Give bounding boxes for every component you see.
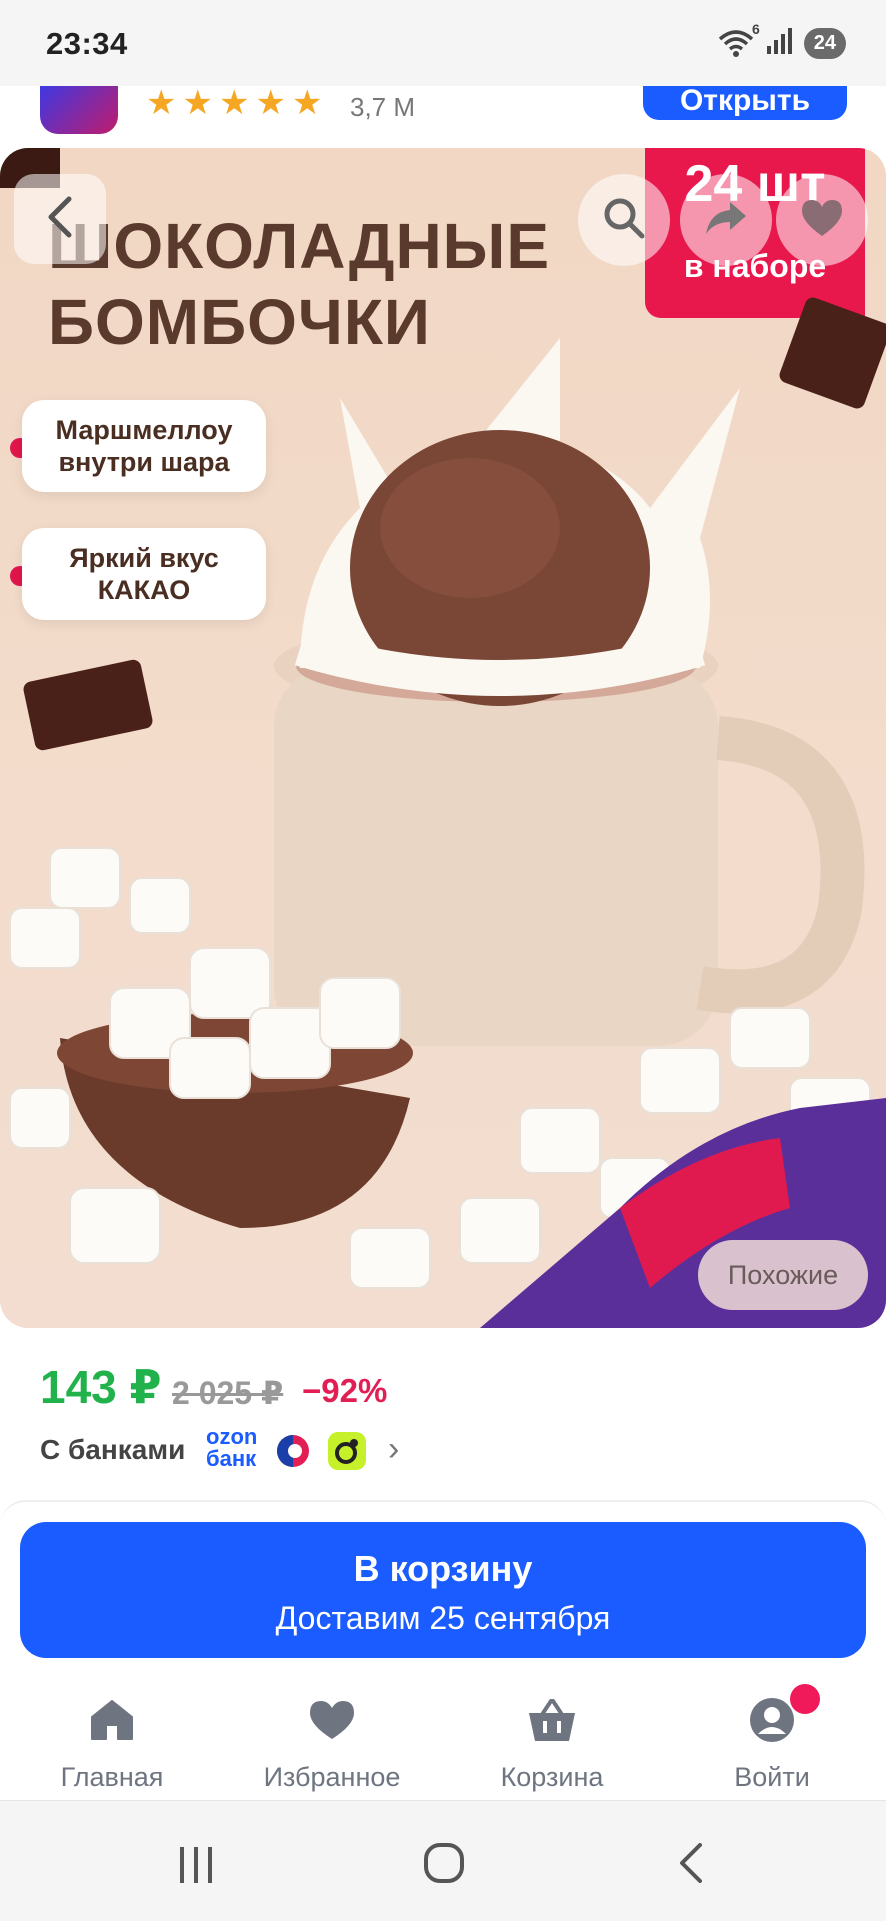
star-icon: ★ — [182, 86, 213, 122]
ozon-bank-line1: ozon — [206, 1424, 258, 1449]
nav-cart[interactable]: Корзина — [462, 1690, 642, 1793]
star-icon: ★ — [218, 86, 250, 122]
nav-home-label: Главная — [60, 1762, 164, 1792]
star-icon: ★ — [255, 86, 286, 122]
product-image[interactable]: ШОКОЛАДНЫЕ БОМБОЧКИ 24 шт в наборе Маршм… — [0, 148, 886, 1328]
system-back-icon[interactable] — [676, 1843, 706, 1888]
nav-cart-label: Корзина — [500, 1762, 604, 1792]
recent-apps-icon[interactable] — [176, 1845, 216, 1890]
status-time: 23:34 — [46, 26, 128, 61]
rating-count: 3,7 M — [350, 92, 416, 122]
search-button[interactable] — [578, 174, 670, 266]
star-icon: ★ — [291, 86, 323, 122]
nav-favorites-label: Избранное — [263, 1762, 401, 1792]
nav-home[interactable]: Главная — [22, 1690, 202, 1793]
back-button[interactable] — [14, 174, 106, 264]
wifi-icon: 6 — [716, 21, 760, 59]
app-banner: ★ ★ ★ ★ ★ 3,7 M Открыть — [0, 86, 886, 146]
delivery-date: Доставим 25 сентября — [275, 1600, 611, 1636]
open-app-button[interactable]: Открыть — [643, 86, 847, 120]
add-to-cart-button[interactable]: В корзину Доставим 25 сентября — [20, 1522, 866, 1658]
status-icons: 6 24 — [716, 21, 846, 61]
heart-icon — [800, 198, 844, 243]
home-icon — [82, 1690, 142, 1750]
heart-icon — [302, 1690, 362, 1750]
status-bar: 23:34 6 24 — [0, 0, 886, 86]
chevron-left-icon — [45, 195, 75, 244]
rating-stars: ★ ★ ★ ★ ★ — [146, 86, 322, 120]
old-price: 2 025 ₽ — [172, 1375, 284, 1411]
battery-indicator: 24 — [803, 27, 846, 59]
banks-label[interactable]: С банками — [40, 1434, 185, 1466]
chevron-right-icon[interactable]: › — [388, 1430, 399, 1469]
search-icon — [602, 196, 646, 245]
home-circle-icon[interactable] — [422, 1841, 466, 1890]
signal-icon — [766, 26, 794, 61]
notification-dot — [790, 1684, 820, 1714]
basket-icon — [522, 1690, 582, 1750]
nav-favorites[interactable]: Избранное — [242, 1690, 422, 1793]
nav-login-label: Войти — [734, 1762, 810, 1792]
system-nav-bar — [0, 1800, 886, 1921]
nav-login[interactable]: Войти — [682, 1690, 862, 1793]
bank-icon-green — [328, 1432, 366, 1470]
wifi-sub-label: 6 — [751, 21, 760, 37]
share-icon — [704, 198, 748, 243]
current-price: 143 ₽ — [40, 1361, 162, 1413]
share-button[interactable] — [680, 174, 772, 266]
product-photo-illustration — [0, 148, 886, 1328]
star-icon: ★ — [146, 86, 177, 122]
bank-icon-circle — [274, 1432, 312, 1470]
ozon-bank-line2: банк — [206, 1446, 257, 1471]
discount-percent: −92% — [302, 1372, 388, 1409]
favorite-button[interactable] — [776, 174, 868, 266]
ozon-bank-logo: ozon банк — [206, 1426, 257, 1470]
ozon-app-logo — [40, 86, 118, 134]
similar-button[interactable]: Похожие — [698, 1240, 868, 1310]
add-to-cart-label: В корзину — [353, 1548, 533, 1589]
